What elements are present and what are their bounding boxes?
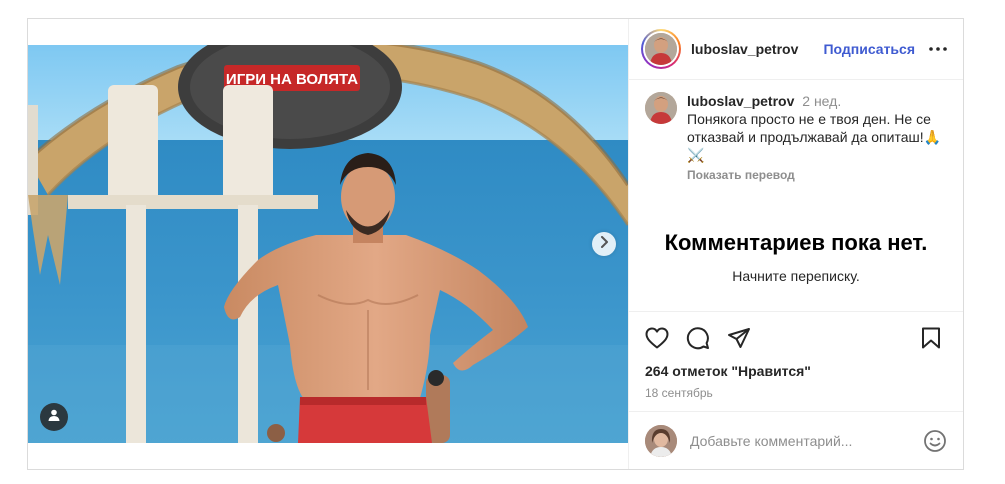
caption-username[interactable]: luboslav_petrov: [687, 93, 794, 109]
post-header: luboslav_petrov Подписаться: [629, 19, 963, 80]
post-photo[interactable]: ИГРИ НА ВОЛЯТА: [28, 45, 628, 443]
user-tag-icon: [48, 408, 60, 426]
caption-avatar[interactable]: [645, 92, 677, 124]
comment-icon[interactable]: [686, 325, 712, 351]
next-photo-button[interactable]: [592, 232, 616, 256]
add-comment-bar: [629, 411, 963, 469]
header-username[interactable]: luboslav_petrov: [691, 41, 798, 57]
comment-input[interactable]: [690, 432, 923, 449]
bookmark-icon[interactable]: [921, 325, 947, 351]
show-translation-link[interactable]: Показать перевод: [687, 166, 795, 184]
viewer-avatar: [645, 424, 677, 457]
likes-count[interactable]: 264 отметок "Нравится": [645, 363, 947, 379]
avatar: [645, 33, 677, 65]
caption-text: Понякога просто не е твоя ден. Не се отк…: [687, 111, 942, 163]
no-comments-subtitle: Начните переписку.: [732, 268, 860, 284]
emoji-icon[interactable]: [923, 429, 947, 453]
follow-button[interactable]: Подписаться: [823, 41, 915, 57]
action-bar: [645, 324, 947, 352]
share-icon[interactable]: [727, 325, 753, 351]
post-card: ИГРИ НА ВОЛЯТА luboslav_petrov Подписать…: [27, 18, 964, 470]
no-comments-title: Комментариев пока нет.: [664, 230, 928, 255]
heart-icon[interactable]: [645, 325, 671, 351]
post-actions-area: 264 отметок "Нравится" 18 сентябрь: [629, 311, 963, 411]
user-tags-button[interactable]: [40, 403, 68, 431]
comments-area: luboslav_petrov 2 нед. Понякога просто н…: [629, 80, 963, 311]
post-date[interactable]: 18 сентябрь: [645, 386, 947, 400]
story-ring[interactable]: [641, 29, 681, 69]
post-side-panel: luboslav_petrov Подписаться luboslav_pet…: [628, 19, 963, 469]
chevron-right-icon: [599, 235, 609, 253]
more-dots-icon[interactable]: [929, 40, 947, 58]
post-media[interactable]: ИГРИ НА ВОЛЯТА: [28, 19, 628, 469]
caption: luboslav_petrov 2 нед. Понякога просто н…: [645, 92, 947, 184]
caption-timestamp[interactable]: 2 нед.: [802, 93, 841, 109]
